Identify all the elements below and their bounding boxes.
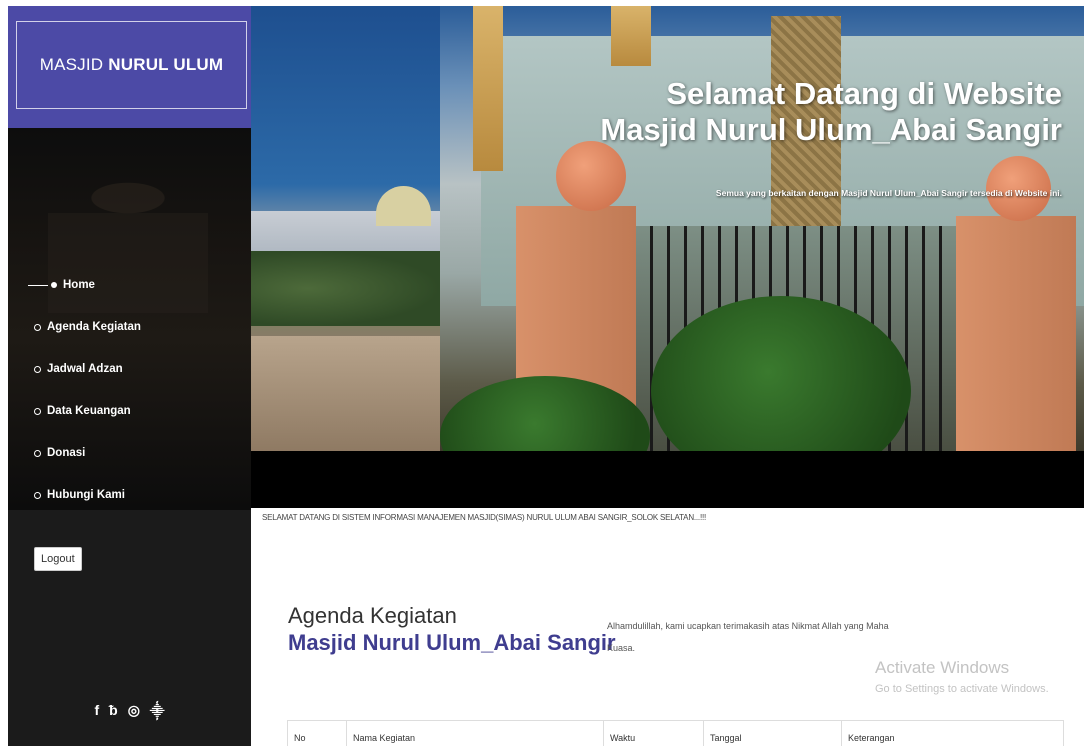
site-logo[interactable]: MASJID NURUL ULUM xyxy=(16,21,247,109)
hero-title: Selamat Datang di Website Masjid Nurul U… xyxy=(600,76,1062,148)
nav-label: Donasi xyxy=(47,447,86,459)
col-header-nama-kegiatan: Nama Kegiatan xyxy=(346,720,604,746)
nav-label: Hubungi Kami xyxy=(47,489,125,501)
circle-icon xyxy=(34,449,41,457)
active-dot-icon xyxy=(51,282,57,288)
circle-icon xyxy=(34,365,41,373)
minaret xyxy=(473,6,503,171)
hero-title-line1: Selamat Datang di Website xyxy=(666,76,1062,111)
gate-pillar xyxy=(956,216,1076,451)
nav-item-donasi[interactable]: Donasi xyxy=(8,432,251,474)
twitter-icon[interactable]: ᵬ xyxy=(109,702,118,721)
nav-item-data-keuangan[interactable]: Data Keuangan xyxy=(8,390,251,432)
nav-label: Jadwal Adzan xyxy=(47,363,123,375)
col-header-keterangan: Keterangan xyxy=(841,720,1064,746)
activate-windows-watermark: Activate Windows Go to Settings to activ… xyxy=(875,656,1049,698)
col-header-no: No xyxy=(287,720,347,746)
social-links: f ᵬ ◎ ⸎ xyxy=(8,702,251,721)
agenda-table: No Nama Kegiatan Waktu Tanggal Keteranga… xyxy=(287,720,1064,746)
photo-dome xyxy=(376,186,431,226)
pillar-cap xyxy=(556,141,626,211)
hero-bottom-band xyxy=(251,451,1084,508)
sidebar: MASJID NURUL ULUM Home Agenda Kegiatan J… xyxy=(8,6,251,746)
nav-item-jadwal-adzan[interactable]: Jadwal Adzan xyxy=(8,348,251,390)
nav-item-home[interactable]: Home xyxy=(8,264,251,306)
section-title-line2: Masjid Nurul Ulum_Abai Sangir xyxy=(288,630,616,655)
nav-label: Data Keuangan xyxy=(47,405,131,417)
hero-subtitle: Semua yang berkaitan dengan Masjid Nurul… xyxy=(715,188,1062,198)
section-title-line1: Agenda Kegiatan xyxy=(288,603,457,628)
brand-light-text: MASJID xyxy=(39,55,104,74)
col-header-tanggal: Tanggal xyxy=(703,720,842,746)
nav-label: Agenda Kegiatan xyxy=(47,321,141,333)
circle-icon xyxy=(34,323,41,331)
intro-text: Alhamdulillah, kami ucapkan terimakasih … xyxy=(607,621,889,653)
hero-title-line2: Masjid Nurul Ulum_Abai Sangir xyxy=(600,112,1062,147)
brand-bold-text: NURUL ULUM xyxy=(108,55,224,74)
photo-ground xyxy=(251,336,440,451)
activate-title: Activate Windows xyxy=(875,658,1010,677)
table-header-row: No Nama Kegiatan Waktu Tanggal Keteranga… xyxy=(287,720,1064,746)
nav-label: Home xyxy=(63,279,95,291)
instagram-icon[interactable]: ◎ xyxy=(128,702,140,721)
minaret xyxy=(611,6,651,66)
brand-header: MASJID NURUL ULUM xyxy=(8,6,251,128)
col-header-waktu: Waktu xyxy=(603,720,704,746)
circle-icon xyxy=(34,407,41,415)
facebook-icon[interactable]: f xyxy=(94,702,99,721)
hero-banner: Selamat Datang di Website Masjid Nurul U… xyxy=(251,6,1084,508)
main-nav: Home Agenda Kegiatan Jadwal Adzan Data K… xyxy=(8,264,251,516)
active-line-icon xyxy=(28,284,48,286)
circle-icon xyxy=(34,491,41,499)
section-heading: Agenda Kegiatan Masjid Nurul Ulum_Abai S… xyxy=(288,604,616,658)
activate-subtitle: Go to Settings to activate Windows. xyxy=(875,683,1049,695)
hero-inset-photo xyxy=(251,6,440,451)
rss-icon[interactable]: ⸎ xyxy=(150,702,165,721)
welcome-marquee: SELAMAT DATANG DI SISTEM INFORMASI MANAJ… xyxy=(262,513,707,522)
nav-item-agenda-kegiatan[interactable]: Agenda Kegiatan xyxy=(8,306,251,348)
logout-button[interactable]: Logout xyxy=(34,547,82,571)
nav-item-hubungi-kami[interactable]: Hubungi Kami xyxy=(8,474,251,516)
photo-trees xyxy=(251,251,440,326)
